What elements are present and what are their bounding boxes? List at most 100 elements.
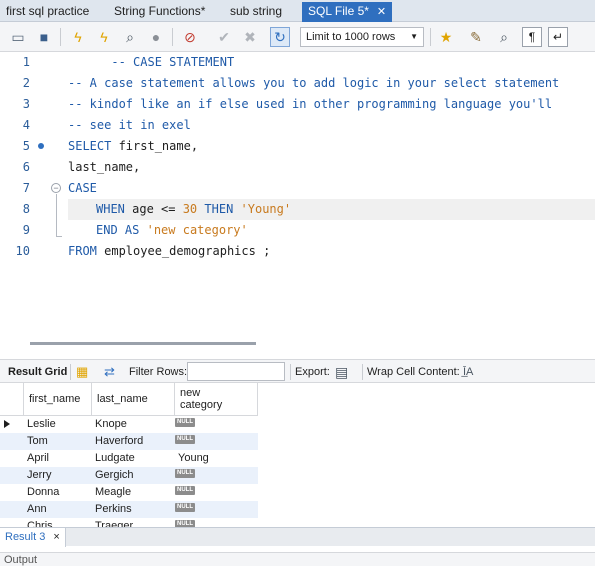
table-row[interactable]: Leslie Knope NULL — [0, 416, 258, 433]
rollback-icon[interactable]: ✖ — [240, 27, 260, 47]
cell-new-category[interactable]: NULL — [172, 433, 195, 450]
null-badge: NULL — [175, 469, 195, 478]
column-header-label: new category — [180, 387, 223, 411]
keyword: THEN — [204, 202, 234, 216]
column-header-first-name[interactable]: first_name — [24, 383, 92, 416]
cell-last-name[interactable]: Meagle — [92, 484, 131, 501]
cell-last-name[interactable]: Perkins — [92, 501, 132, 518]
tab-sql-file-5[interactable]: SQL File 5* ✕ — [302, 2, 393, 22]
null-badge: NULL — [175, 520, 195, 527]
code-line: 1 -- CASE STATEMENT — [0, 52, 595, 73]
result-toolbar: Result Grid ▦ ⇄ Filter Rows: Export: ▤ W… — [0, 359, 595, 383]
cell-first-name[interactable]: Leslie — [24, 416, 56, 433]
cell-last-name[interactable]: Gergich — [92, 467, 134, 484]
number-literal: 30 — [182, 202, 198, 216]
cell-new-category[interactable]: NULL — [172, 416, 195, 433]
save-icon[interactable]: ■ — [34, 27, 54, 47]
limit-rows-select[interactable]: Limit to 1000 rows ▼ — [300, 27, 424, 47]
line-number: 5 — [22, 139, 30, 153]
refresh-icon[interactable]: ⇄ — [104, 360, 115, 384]
table-row[interactable]: Donna Meagle NULL — [0, 484, 258, 501]
editor-scrollbar[interactable] — [30, 342, 256, 345]
tab-first-sql-practice[interactable]: first sql practice — [0, 2, 95, 22]
find-icon[interactable]: ⌕ — [494, 27, 514, 47]
cell-first-name[interactable]: Donna — [24, 484, 59, 501]
table-row[interactable]: April Ludgate Young — [0, 450, 258, 467]
identifier: employee_demographics ; — [96, 244, 271, 258]
identifier: first_name, — [111, 139, 199, 153]
cell-new-category[interactable]: NULL — [172, 501, 195, 518]
code-comment: -- see it in exel — [68, 118, 191, 132]
cell-first-name[interactable]: Jerry — [24, 467, 51, 484]
tab-label: SQL File 5* — [308, 4, 369, 18]
cell-new-category[interactable]: NULL — [172, 484, 195, 501]
grid-view-icon[interactable]: ▦ — [76, 360, 88, 384]
cell-last-name[interactable]: Ludgate — [92, 450, 135, 467]
code-comment: -- kindof like an if else used in other … — [68, 97, 553, 111]
line-number: 1 — [22, 55, 30, 69]
current-row-icon — [4, 420, 10, 428]
beautify-icon[interactable]: ✎ — [466, 27, 486, 47]
cell-last-name[interactable]: Knope — [92, 416, 127, 433]
stop-icon[interactable]: ● — [146, 27, 166, 47]
column-header-last-name[interactable]: last_name — [92, 383, 175, 416]
open-folder-icon[interactable]: ▭ — [8, 27, 28, 47]
autocommit-icon[interactable]: ↻ — [270, 27, 290, 47]
fold-toggle-icon[interactable]: − — [51, 183, 61, 193]
cell-first-name[interactable]: Ann — [24, 501, 47, 518]
filter-rows-input[interactable] — [187, 362, 285, 381]
explain-icon[interactable]: ⌕ — [120, 27, 140, 47]
toolbar-separator — [362, 364, 363, 380]
result-tab-bar: Result 3 × — [0, 527, 595, 547]
invisibles-icon[interactable]: ¶ — [522, 27, 542, 47]
code-line: 9 END AS 'new category' — [0, 220, 595, 241]
table-row[interactable]: Tom Haverford NULL — [0, 433, 258, 450]
tab-label: sub string — [230, 4, 283, 18]
cell-first-name[interactable]: Chris — [24, 518, 53, 527]
cell-new-category[interactable]: NULL — [172, 467, 195, 484]
execute-icon[interactable]: ϟ — [68, 27, 88, 47]
close-icon[interactable]: × — [53, 531, 59, 543]
result-grid-label[interactable]: Result Grid — [8, 360, 67, 384]
null-badge: NULL — [175, 435, 195, 444]
wrap-cell-icon[interactable]: Ī̲A — [463, 360, 473, 384]
table-row[interactable]: Chris Traeger NULL — [0, 518, 258, 527]
tab-sub-string[interactable]: sub string — [224, 2, 288, 22]
keyword: AS — [124, 223, 140, 237]
close-icon[interactable]: ✕ — [377, 6, 386, 18]
output-label: Output — [4, 554, 38, 566]
execute-current-icon[interactable]: ϟ — [94, 27, 114, 47]
keyword: WHEN — [96, 202, 125, 216]
wrap-icon[interactable]: ↵ — [548, 27, 568, 47]
code-line: 10 FROM employee_demographics ; — [0, 241, 595, 262]
chevron-down-icon: ▼ — [410, 32, 418, 41]
result-grid[interactable]: first_name last_name new category Leslie… — [0, 383, 595, 527]
cell-first-name[interactable]: April — [24, 450, 49, 467]
table-row[interactable]: Jerry Gergich NULL — [0, 467, 258, 484]
tab-result-3[interactable]: Result 3 × — [0, 528, 66, 547]
null-badge: NULL — [175, 418, 195, 427]
cell-last-name[interactable]: Haverford — [92, 433, 143, 450]
export-icon[interactable]: ▤ — [335, 360, 348, 384]
code-text: last_name, — [68, 160, 141, 174]
line-number: 7 — [22, 181, 30, 195]
code-comment: -- A case statement allows you to add lo… — [68, 76, 560, 90]
code-line: 3 -- kindof like an if else used in othe… — [0, 94, 595, 115]
line-number: 9 — [22, 223, 30, 237]
add-snippet-icon[interactable]: ★ — [436, 27, 456, 47]
cell-new-category[interactable]: Young — [175, 450, 209, 467]
toggle-error-icon[interactable]: ⊘ — [180, 27, 200, 47]
code-text: WHEN age <= 30 THEN 'Young' — [96, 199, 291, 220]
tab-string-functions[interactable]: String Functions* — [108, 2, 211, 22]
table-row[interactable]: Ann Perkins NULL — [0, 501, 258, 518]
code-text: FROM employee_demographics ; — [68, 241, 270, 262]
sql-editor[interactable]: 1 -- CASE STATEMENT 2 -- A case statemen… — [0, 52, 595, 340]
cell-last-name[interactable]: Traeger — [92, 518, 133, 527]
output-panel-header[interactable]: Output — [0, 552, 595, 566]
line-number: 6 — [22, 160, 30, 174]
column-header-new-category[interactable]: new category — [175, 383, 258, 416]
commit-icon[interactable]: ✔ — [214, 27, 234, 47]
cell-first-name[interactable]: Tom — [24, 433, 48, 450]
cell-new-category[interactable]: NULL — [172, 518, 195, 527]
